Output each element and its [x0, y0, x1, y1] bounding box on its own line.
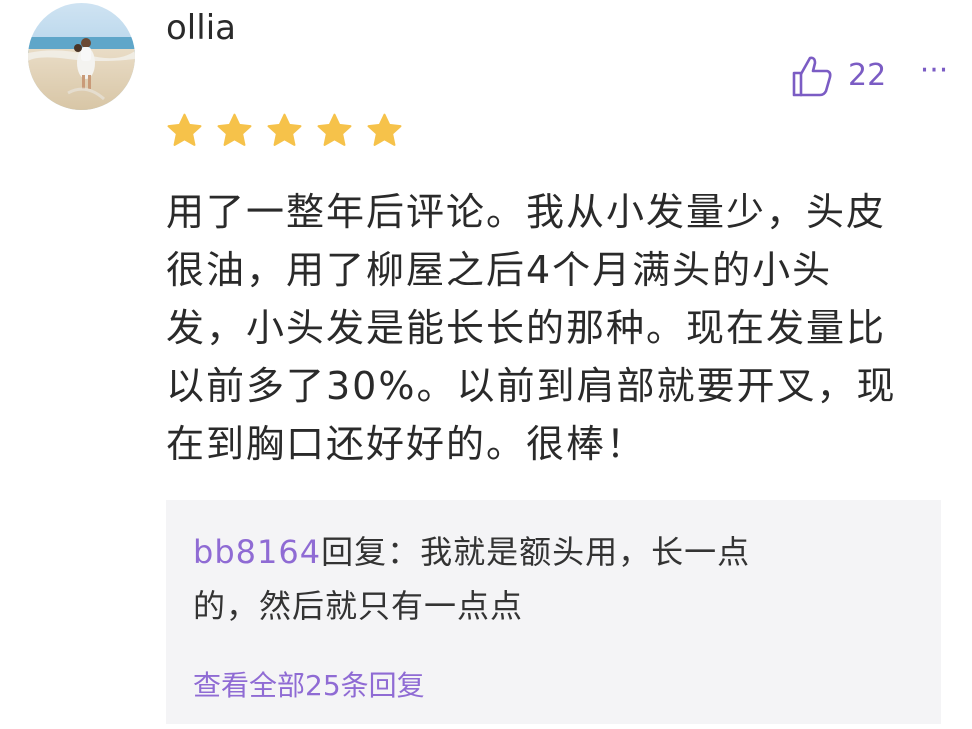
reply-preview: bb8164回复：我就是额头用，长一点 的，然后就只有一点点 查看全部25条回复 [166, 500, 941, 724]
avatar-photo-beach [28, 3, 135, 110]
star-icon [367, 113, 402, 146]
reply-entry: bb8164回复：我就是额头用，长一点 的，然后就只有一点点 [193, 525, 873, 633]
review-text: 用了一整年后评论。我从小发量少，头皮 很油，用了柳屋之后4个月满头的小头 发，小… [166, 190, 897, 466]
thumbs-up-icon [792, 56, 832, 97]
star-icon [267, 113, 302, 146]
star-icon [217, 113, 252, 146]
like-button[interactable]: 22 [790, 54, 886, 98]
like-count: 22 [848, 58, 887, 93]
reply-label: 回复： [321, 533, 421, 571]
more-dots-icon[interactable]: ··· [914, 52, 954, 96]
star-icon [317, 113, 352, 146]
star-rating [166, 112, 403, 149]
view-all-replies-link[interactable]: 查看全部25条回复 [193, 666, 425, 706]
comment-card: ollia 22 ··· 用了一整年后评论。我从小发量少，头皮 很油，用了柳屋之… [0, 0, 972, 729]
reply-username[interactable]: bb8164 [193, 533, 321, 571]
user-avatar[interactable] [28, 3, 135, 110]
username[interactable]: ollia [166, 8, 236, 48]
star-icon [167, 113, 202, 146]
